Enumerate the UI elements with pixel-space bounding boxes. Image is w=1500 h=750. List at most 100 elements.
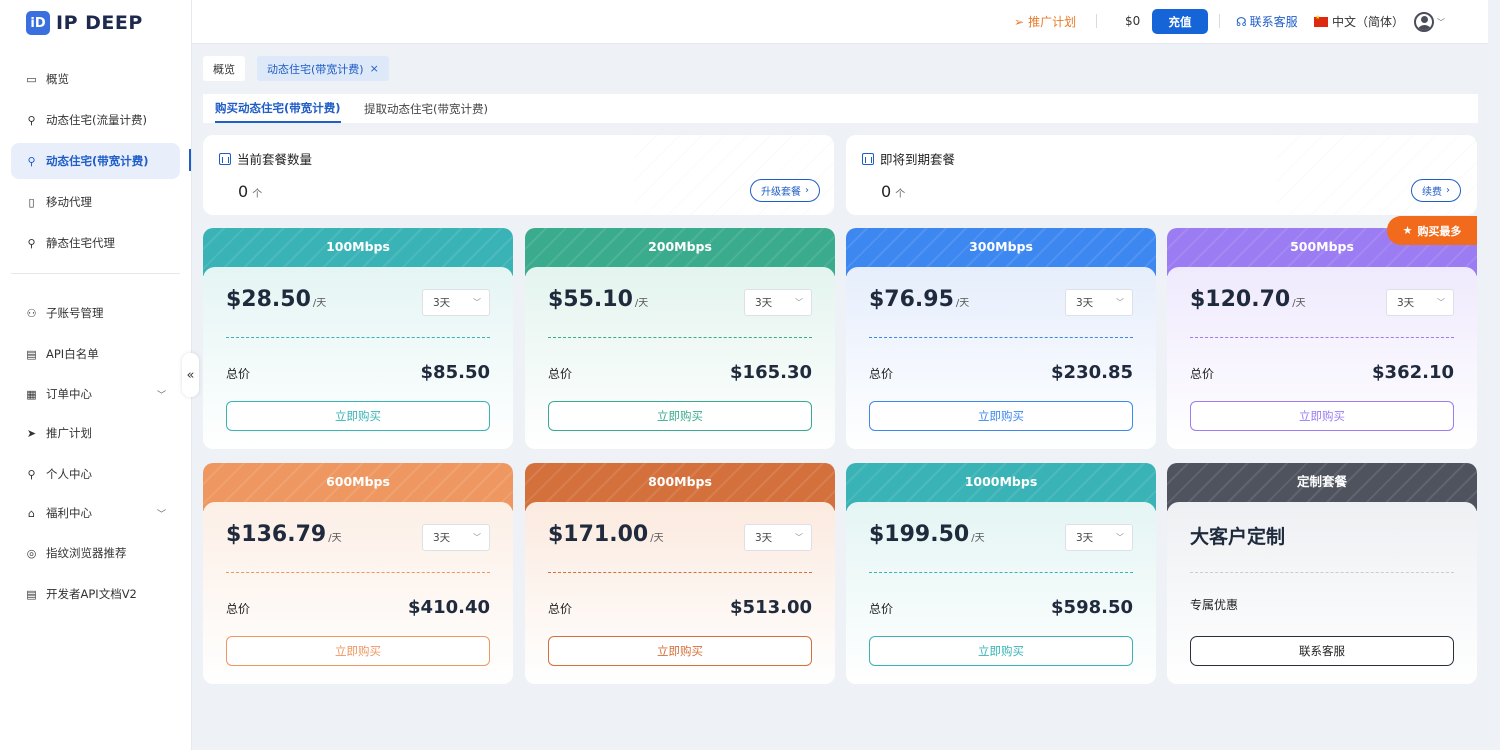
sidebar-item-label: API白名单	[46, 347, 99, 361]
file-icon: ▤	[26, 587, 37, 601]
headset-icon: ☊	[1236, 14, 1247, 29]
buy-now-button[interactable]: 立即购买	[226, 636, 490, 666]
language-label: 中文（简体）	[1332, 15, 1405, 29]
stat-card-expiring-plans: 即将到期套餐 0 个 续费 ›	[846, 135, 1477, 215]
promo-link[interactable]: ➢ 推广计划	[1014, 13, 1076, 30]
total-label: 总价	[1190, 367, 1215, 381]
stat-unit: 个	[895, 189, 906, 200]
sidebar-item-residential-traffic[interactable]: ⚲ 动态住宅(流量计费)	[11, 102, 180, 138]
sidebar-item-profile[interactable]: ⚲ 个人中心	[11, 456, 180, 492]
subtab-extract[interactable]: 提取动态住宅(带宽计费)	[364, 94, 488, 123]
sidebar-item-api-whitelist[interactable]: ▤ API白名单	[11, 336, 180, 372]
sidebar-item-developer-api[interactable]: ▤ 开发者API文档V2	[11, 576, 180, 612]
contact-service-button[interactable]: 联系客服	[1190, 636, 1454, 666]
tab-overview[interactable]: 概览	[203, 56, 245, 81]
sidebar-item-static-residential[interactable]: ⚲ 静态住宅代理	[11, 225, 180, 261]
sidebar-item-residential-bandwidth[interactable]: ⚲ 动态住宅(带宽计费)	[11, 143, 180, 179]
collapse-sidebar-button[interactable]: «	[182, 353, 199, 397]
logo[interactable]: iD IP DEEP	[26, 10, 143, 36]
sidebar-item-fingerprint-browser[interactable]: ◎ 指纹浏览器推荐	[11, 535, 180, 571]
sidebar-item-mobile-proxy[interactable]: ▯ 移动代理	[11, 184, 180, 220]
contact-service-link[interactable]: ☊ 联系客服	[1236, 13, 1298, 30]
active-indicator	[189, 149, 191, 171]
plan-card: 300Mbps $76.95 /天 3天 ﹀ 总价 $230.85 立即购买	[846, 228, 1156, 449]
button-label: 升级套餐	[761, 187, 801, 198]
stat-unit: 个	[252, 189, 263, 200]
total-price: $165.30	[730, 362, 812, 383]
total-label: 总价	[548, 367, 573, 381]
total-price: $362.10	[1372, 362, 1454, 383]
duration-value: 3天	[755, 532, 773, 544]
user-menu[interactable]: ﹀	[1414, 12, 1445, 32]
chevron-down-icon: ﹀	[1437, 298, 1445, 307]
star-icon: ★	[1402, 224, 1413, 237]
price-value: $120.70	[1190, 287, 1291, 312]
chevron-down-icon: ﹀	[795, 533, 803, 542]
sidebar-item-label: 子账号管理	[46, 306, 104, 320]
duration-select[interactable]: 3天 ﹀	[422, 524, 490, 551]
duration-select[interactable]: 3天 ﹀	[1386, 289, 1454, 316]
duration-select[interactable]: 3天 ﹀	[1065, 289, 1133, 316]
plan-card: 800Mbps $171.00 /天 3天 ﹀ 总价 $513.00 立即购买	[525, 463, 835, 684]
tab-label: 动态住宅(带宽计费)	[267, 62, 364, 76]
buy-now-button[interactable]: 立即购买	[226, 401, 490, 431]
location-pin-icon: ⚲	[27, 113, 36, 127]
chevron-right-icon: ›	[805, 185, 809, 196]
duration-select[interactable]: 3天 ﹀	[1065, 524, 1133, 551]
divider	[869, 572, 1133, 573]
recharge-button[interactable]: 充值	[1152, 9, 1208, 34]
chevron-down-icon: ﹀	[1116, 298, 1124, 307]
total-price: $598.50	[1051, 597, 1133, 618]
header-divider	[1096, 14, 1097, 28]
buy-now-button[interactable]: 立即购买	[869, 636, 1133, 666]
divider	[226, 572, 490, 573]
duration-value: 3天	[1397, 297, 1415, 309]
sidebar-item-label: 动态住宅(流量计费)	[46, 113, 147, 127]
stat-card-current-plans: 当前套餐数量 0 个 升级套餐 ›	[203, 135, 834, 215]
plan-body: $76.95 /天 3天 ﹀ 总价 $230.85 立即购买	[846, 267, 1156, 449]
total-label: 总价	[226, 367, 251, 381]
sidebar-item-overview[interactable]: ▭ 概览	[11, 61, 180, 97]
logo-mark-icon: iD	[26, 11, 50, 35]
total-price: $230.85	[1051, 362, 1133, 383]
chevron-down-icon: ﹀	[795, 298, 803, 307]
plan-price: $120.70 /天	[1190, 287, 1306, 312]
plan-body: $120.70 /天 3天 ﹀ 总价 $362.10 立即购买	[1167, 267, 1477, 449]
language-selector[interactable]: 中文（简体）	[1314, 13, 1404, 30]
total-label: 总价	[548, 602, 573, 616]
contact-service-label: 联系客服	[1249, 15, 1298, 29]
renew-button[interactable]: 续费 ›	[1411, 179, 1461, 202]
total-price: $85.50	[420, 362, 490, 383]
duration-select[interactable]: 3天 ﹀	[422, 289, 490, 316]
price-value: $76.95	[869, 287, 954, 312]
tab-residential-bandwidth[interactable]: 动态住宅(带宽计费) ×	[257, 56, 389, 81]
subtab-buy[interactable]: 购买动态住宅(带宽计费)	[215, 94, 341, 123]
duration-select[interactable]: 3天 ﹀	[744, 524, 812, 551]
total-price: $410.40	[408, 597, 490, 618]
duration-value: 3天	[1076, 532, 1094, 544]
total-label: 总价	[869, 367, 894, 381]
buy-now-button[interactable]: 立即购买	[1190, 401, 1454, 431]
badge-label: 购买最多	[1417, 224, 1462, 238]
decorative-pattern	[1277, 135, 1477, 215]
stat-number: 0	[238, 182, 249, 201]
plan-card: 500Mbps $120.70 /天 3天 ﹀ 总价 $362.10 立即购买	[1167, 228, 1477, 449]
sidebar-item-label: 指纹浏览器推荐	[46, 546, 127, 560]
buy-now-button[interactable]: 立即购买	[869, 401, 1133, 431]
stat-value: 0 个	[881, 182, 905, 201]
sidebar-item-label: 个人中心	[46, 467, 92, 481]
buy-now-button[interactable]: 立即购买	[548, 401, 812, 431]
duration-select[interactable]: 3天 ﹀	[744, 289, 812, 316]
sidebar-item-orders[interactable]: ▦ 订单中心 ﹀	[11, 376, 180, 412]
custom-plan-subtitle: 专属优惠	[1190, 598, 1239, 612]
location-pin-icon: ⚲	[27, 154, 36, 168]
sidebar-item-sub-accounts[interactable]: ⚇ 子账号管理	[11, 295, 180, 331]
upgrade-plan-button[interactable]: 升级套餐 ›	[750, 179, 820, 202]
buy-now-button[interactable]: 立即购买	[548, 636, 812, 666]
close-icon[interactable]: ×	[370, 62, 379, 75]
clipboard-icon: ▦	[26, 387, 37, 401]
chevron-down-icon: ﹀	[156, 390, 166, 401]
sidebar-item-promotion[interactable]: ➤ 推广计划	[11, 415, 180, 451]
chevron-right-icon: ›	[1446, 185, 1450, 196]
sidebar-item-welfare[interactable]: ⌂ 福利中心 ﹀	[11, 495, 180, 531]
